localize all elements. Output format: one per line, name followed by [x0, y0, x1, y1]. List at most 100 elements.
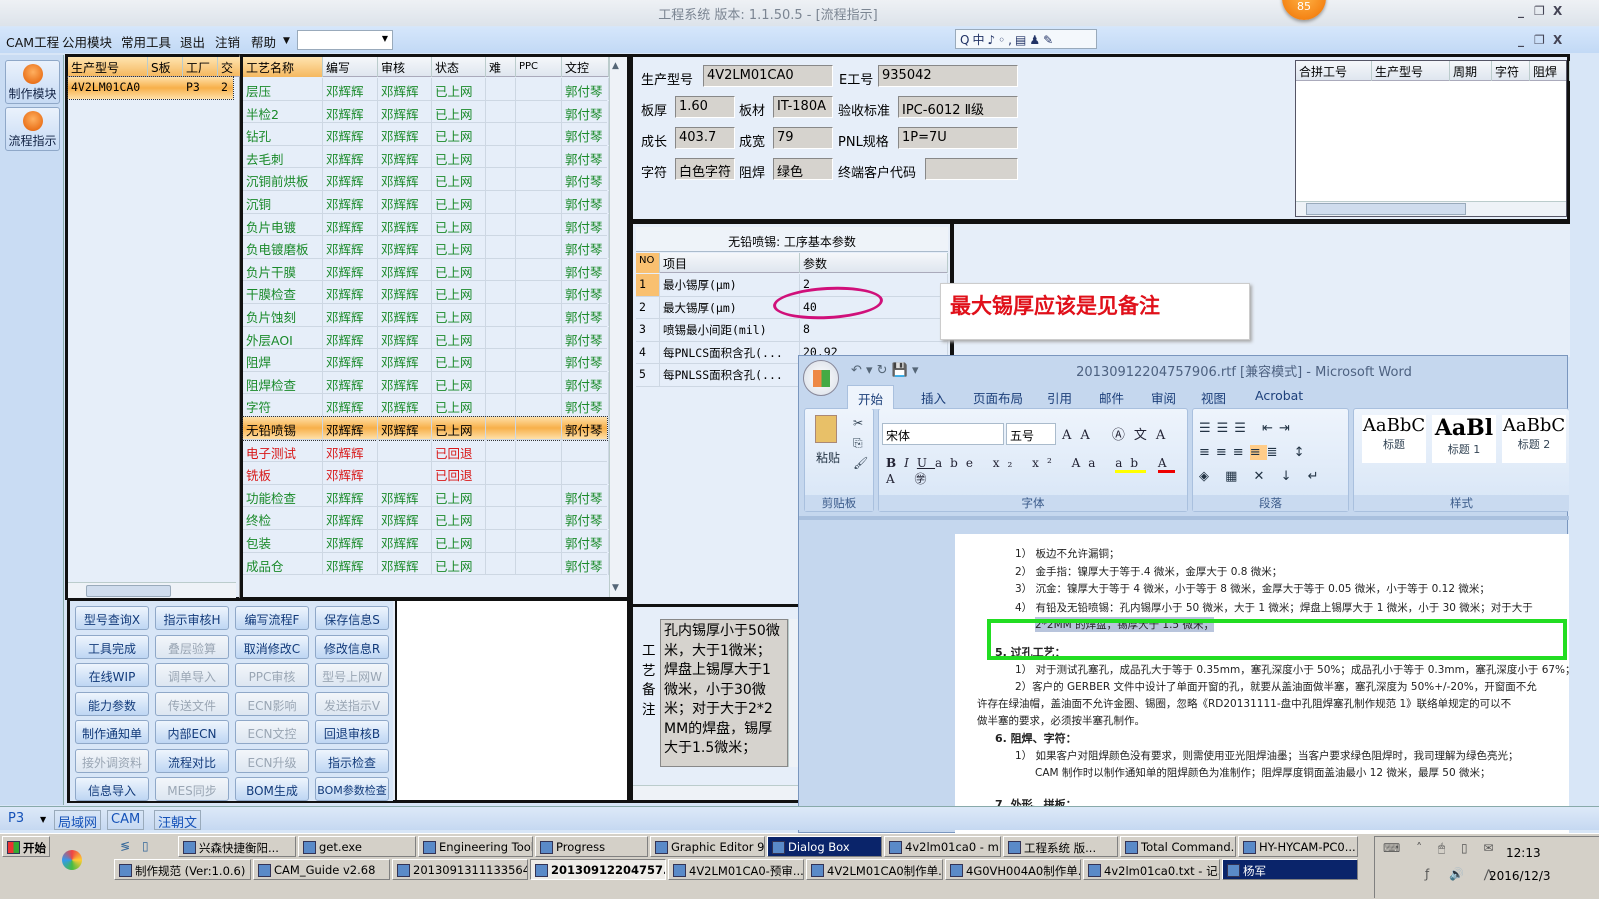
action-button[interactable]: 取消修改C: [235, 634, 309, 659]
table-row[interactable]: 阻焊 邓辉辉 邓辉辉 已上网 郭付琴: [243, 349, 609, 372]
ribbon-tab[interactable]: 插入: [921, 388, 946, 407]
action-button[interactable]: ECN文控: [235, 720, 309, 744]
field-value[interactable]: 403.7: [675, 127, 735, 149]
action-button[interactable]: 信息导入: [75, 777, 149, 801]
action-button[interactable]: ECN升级: [235, 748, 309, 773]
action-button[interactable]: 能力参数: [75, 691, 149, 716]
field-value[interactable]: 79: [773, 127, 833, 149]
document-page[interactable]: 1） 板边不允许漏铜； 2） 金手指：镍厚大于等于.4 微米，金厚大于 0.8 微…: [955, 534, 1569, 834]
taskbar-button[interactable]: 4v2lm01ca0.txt - 记...: [1083, 859, 1220, 880]
minimize-button[interactable]: _: [1518, 4, 1524, 18]
action-button[interactable]: PPC审核: [235, 663, 309, 687]
taskbar-button[interactable]: Progress: [535, 836, 648, 857]
ribbon-tab[interactable]: 邮件: [1099, 388, 1124, 407]
ribbon-tab[interactable]: 页面布局: [973, 388, 1023, 407]
table-row[interactable]: 沉铜前烘板 邓辉辉 邓辉辉 已上网 郭付琴: [243, 168, 609, 191]
ribbon-tab[interactable]: Acrobat: [1255, 388, 1303, 403]
mdi-minimize-button[interactable]: _: [1518, 33, 1524, 47]
action-button[interactable]: MES同步: [155, 777, 229, 801]
chevron-down-icon[interactable]: ▼: [40, 815, 46, 824]
action-button[interactable]: 修改信息R: [315, 634, 389, 659]
action-button[interactable]: 发送指示V: [315, 691, 389, 716]
table-row[interactable]: 负电镀磨板 邓辉辉 邓辉辉 已上网 郭付琴: [243, 236, 609, 259]
action-button[interactable]: 接外调资料: [75, 748, 149, 773]
action-button[interactable]: 型号上网W: [315, 663, 389, 687]
taskbar-button[interactable]: 4V2LM01CA0-预审...: [668, 859, 804, 880]
close-button[interactable]: X: [1553, 4, 1562, 18]
taskbar-button[interactable]: Engineering Tool...: [418, 836, 533, 857]
site-select[interactable]: P3: [8, 811, 24, 826]
clock-date[interactable]: 2016/12/3: [1489, 869, 1551, 883]
taskbar-button[interactable]: 20130912204757...: [530, 859, 666, 880]
font-size-select[interactable]: 五号: [1006, 423, 1056, 445]
action-button[interactable]: 型号查询X: [75, 606, 149, 630]
clock-time[interactable]: 12:13: [1506, 846, 1541, 860]
taskbar-button[interactable]: HY-HYCAM-PC0...: [1238, 836, 1358, 857]
taskbar-button[interactable]: 2013091311133564...: [392, 859, 528, 880]
font-format-tools[interactable]: BIUabe x₂ x² Aa ab A A ㊫: [886, 456, 1187, 487]
mdi-restore-button[interactable]: ❐: [1534, 33, 1545, 47]
field-value[interactable]: 绿色: [773, 158, 833, 180]
table-row[interactable]: 外层AOI 邓辉辉 邓辉辉 已上网 郭付琴: [243, 326, 609, 350]
column-header[interactable]: 项目: [660, 253, 800, 273]
nav-flow-instruction[interactable]: 流程指示: [5, 107, 60, 151]
column-header[interactable]: PPC: [516, 57, 562, 77]
action-button[interactable]: 制作通知单: [75, 720, 149, 744]
action-button[interactable]: BOM生成: [235, 777, 309, 801]
field-value[interactable]: [925, 158, 1018, 180]
style-preset[interactable]: AaBbC 标题 2: [1502, 415, 1566, 463]
taskbar-button[interactable]: Total Command...: [1120, 836, 1236, 857]
column-header[interactable]: 工厂: [183, 57, 218, 77]
column-header[interactable]: 难: [486, 57, 516, 77]
cut-copy-format-icons[interactable]: ✂ ⎘ 🖌: [853, 413, 868, 473]
module-select[interactable]: ▼: [297, 30, 393, 50]
taskbar-button[interactable]: Dialog Box: [767, 836, 882, 857]
action-button[interactable]: 叠层验算: [155, 634, 229, 659]
ribbon-tab[interactable]: 审阅: [1151, 388, 1176, 407]
field-value[interactable]: IPC-6012 Ⅱ级: [898, 96, 1018, 118]
tab-lan[interactable]: 局域网: [54, 810, 102, 831]
tab-cam[interactable]: CAM: [107, 810, 145, 830]
column-header[interactable]: 文控: [562, 57, 609, 77]
action-button[interactable]: 调单导入: [155, 663, 229, 687]
table-row[interactable]: 电子测试 邓辉辉 已回退: [243, 439, 609, 463]
column-header[interactable]: 合拼工号: [1296, 61, 1372, 81]
taskbar-button[interactable]: get.exe: [298, 836, 416, 857]
column-header[interactable]: 周期: [1450, 61, 1492, 81]
chevron-down-icon[interactable]: ▼: [283, 36, 290, 46]
ribbon-tab[interactable]: 引用: [1047, 388, 1072, 407]
table-row[interactable]: 负片干膜 邓辉辉 邓辉辉 已上网 郭付琴: [243, 258, 609, 282]
column-header[interactable]: 编写: [323, 57, 378, 77]
taskbar-button[interactable]: Graphic Editor 9....: [650, 836, 765, 857]
taskbar-button[interactable]: 工程系统 版...: [1003, 836, 1118, 857]
horizontal-scrollbar[interactable]: [633, 785, 801, 800]
table-row[interactable]: 钻孔 邓辉辉 邓辉辉 已上网 郭付琴: [243, 123, 609, 146]
column-header[interactable]: 参数: [800, 253, 948, 273]
start-button[interactable]: 开始: [2, 836, 50, 857]
table-row[interactable]: 去毛刺 邓辉辉 邓辉辉 已上网 郭付琴: [243, 145, 609, 169]
action-button[interactable]: 在线WIP: [75, 663, 149, 687]
taskbar-button[interactable]: 杨军: [1222, 859, 1358, 880]
table-row[interactable]: 字符 邓辉辉 邓辉辉 已上网 郭付琴: [243, 394, 609, 417]
column-header[interactable]: NO: [636, 253, 660, 273]
action-button[interactable]: 回退审核B: [315, 720, 389, 744]
style-preset[interactable]: AaBl 标题 1: [1432, 415, 1496, 463]
taskbar-button[interactable]: 4G0VH004A0制作单...: [945, 859, 1081, 880]
menu-logout[interactable]: 注销: [215, 32, 240, 51]
menu-common-modules[interactable]: 公用模块: [62, 32, 112, 51]
ime-toolbar[interactable]: Q中♪◦,▤♟✎: [955, 29, 1097, 49]
table-row[interactable]: 4V2LM01CA0 P3 2: [67, 76, 234, 100]
table-row[interactable]: 无铅喷锡 邓辉辉 邓辉辉 已上网 郭付琴: [242, 416, 609, 441]
table-row[interactable]: 包装 邓辉辉 邓辉辉 已上网 郭付琴: [243, 530, 609, 553]
action-button[interactable]: BOM参数检查: [315, 777, 389, 801]
column-header[interactable]: 字符: [1492, 61, 1530, 81]
mdi-close-button[interactable]: X: [1553, 33, 1562, 47]
column-header[interactable]: 阻焊: [1530, 61, 1570, 81]
taskbar-button[interactable]: 制作规范 (Ver:1.0.6): [114, 859, 251, 880]
action-button[interactable]: 指示审核H: [155, 606, 229, 630]
font-name-select[interactable]: 宋体: [882, 423, 1004, 445]
style-preset[interactable]: AaBbC 标题: [1362, 415, 1426, 463]
vertical-scrollbar[interactable]: ▲ ▼: [609, 57, 627, 597]
action-button[interactable]: 工具完成: [75, 634, 149, 659]
table-row[interactable]: 终检 邓辉辉 邓辉辉 已上网 郭付琴: [243, 507, 609, 530]
